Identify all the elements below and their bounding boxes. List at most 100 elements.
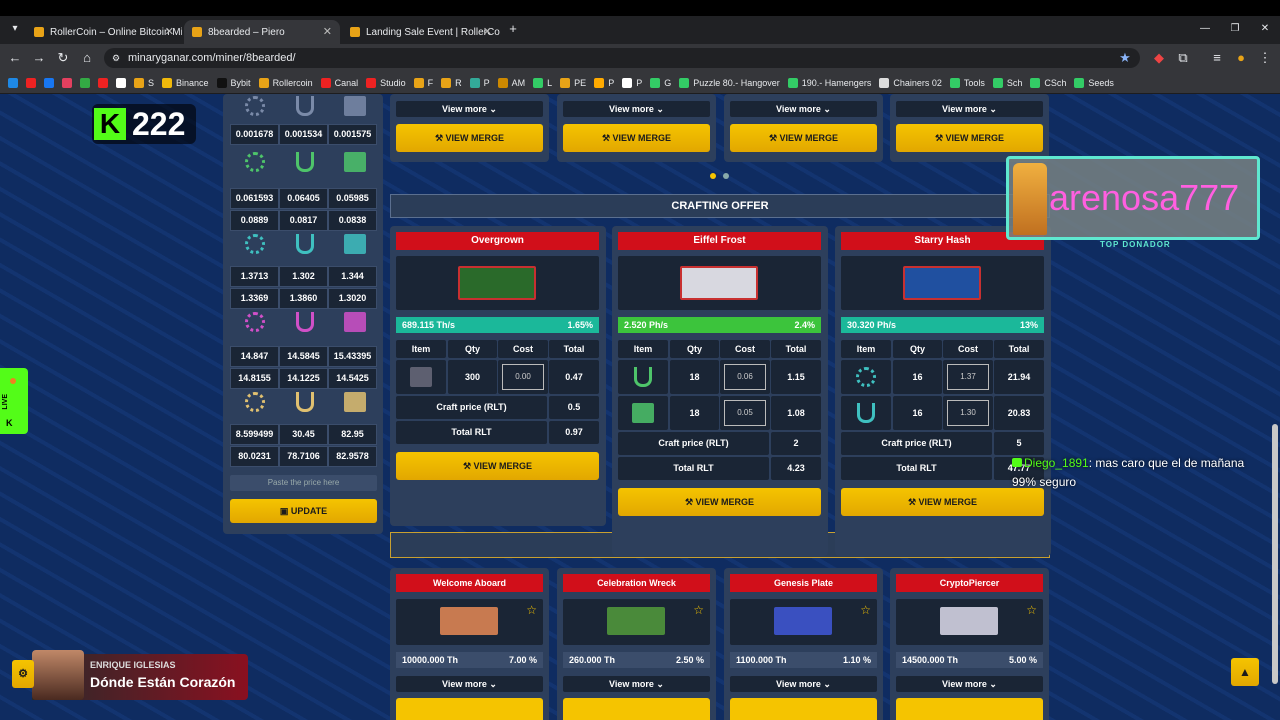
- bookmark-item[interactable]: 190.- Hamengers: [787, 72, 871, 93]
- item-cost-input[interactable]: 0.06: [724, 364, 766, 390]
- favorite-star-icon[interactable]: ☆: [526, 603, 537, 617]
- bookmark-icon[interactable]: [26, 72, 36, 93]
- bookmark-icon[interactable]: [116, 72, 126, 93]
- extension-icon[interactable]: ◆: [1150, 49, 1168, 67]
- miner-percent: 1.10 %: [842, 655, 871, 665]
- new-tab-button[interactable]: +: [504, 20, 522, 38]
- view-more-button[interactable]: View more ⌄: [730, 101, 877, 117]
- bookmark-item[interactable]: Puzzle 80.- Hangover: [679, 72, 780, 93]
- bookmark-item[interactable]: PE: [560, 72, 586, 93]
- media-icon[interactable]: ≡: [1208, 49, 1226, 67]
- menu-icon[interactable]: ⋮: [1256, 49, 1274, 67]
- carousel-dot-active[interactable]: [710, 173, 716, 179]
- tab-8bearded[interactable]: 8bearded – Piero ✕: [184, 20, 340, 44]
- close-tab-icon[interactable]: ✕: [483, 25, 492, 38]
- view-more-button[interactable]: View more ⌄: [896, 676, 1043, 692]
- view-merge-button[interactable]: ⚒ VIEW MERGE: [396, 124, 543, 152]
- bookmark-star-icon[interactable]: ★: [1116, 49, 1134, 67]
- view-merge-button[interactable]: ⚒ VIEW MERGE: [896, 124, 1043, 152]
- close-tab-icon[interactable]: ✕: [323, 25, 332, 38]
- item-cost-input[interactable]: 0.05: [724, 400, 766, 426]
- site-info-icon[interactable]: ⚙: [112, 48, 120, 68]
- bookmark-item[interactable]: Studio: [366, 72, 406, 93]
- item-total: 0.47: [549, 360, 599, 394]
- bookmark-item[interactable]: P: [469, 72, 490, 93]
- reload-icon[interactable]: ↻: [54, 49, 72, 67]
- tab-list-button[interactable]: ▾: [6, 20, 24, 38]
- bookmark-item[interactable]: P: [622, 72, 642, 93]
- page-scrollbar[interactable]: [1272, 424, 1278, 684]
- bookmark-item[interactable]: R: [441, 72, 462, 93]
- view-more-button[interactable]: View more ⌄: [563, 676, 710, 692]
- view-merge-button[interactable]: ⚒ VIEW MERGE: [730, 124, 877, 152]
- tab-rollercoin[interactable]: RollerCoin – Online Bitcoin Mining✕: [26, 20, 182, 44]
- bookmark-item[interactable]: Tools: [949, 72, 985, 93]
- wire-shape: [296, 152, 314, 172]
- extensions-puzzle-icon[interactable]: ⧉: [1174, 49, 1192, 67]
- bookmark-item[interactable]: AM: [497, 72, 525, 93]
- fan-shape: [245, 152, 265, 172]
- profile-icon[interactable]: ●: [1232, 49, 1250, 67]
- view-more-button[interactable]: View more ⌄: [563, 101, 710, 117]
- bookmark-item[interactable]: Chainers 02: [879, 72, 942, 93]
- view-more-button[interactable]: View more ⌄: [896, 101, 1043, 117]
- favorite-star-icon[interactable]: ☆: [1026, 603, 1037, 617]
- live-tab[interactable]: LIVE K: [0, 368, 28, 434]
- update-button[interactable]: ▣ UPDATE: [230, 499, 377, 523]
- bookmark-item[interactable]: Bybit: [216, 72, 251, 93]
- back-icon[interactable]: ←: [6, 49, 24, 67]
- bookmark-icon[interactable]: [44, 72, 54, 93]
- bookmark-label: Rollercoin: [272, 78, 313, 88]
- bookmark-icon[interactable]: [8, 72, 18, 93]
- forward-icon[interactable]: →: [30, 49, 48, 67]
- view-merge-button[interactable]: ⚒ VIEW MERGE: [618, 488, 821, 516]
- favorite-star-icon[interactable]: ☆: [693, 603, 704, 617]
- close-window-icon[interactable]: ✕: [1256, 20, 1274, 38]
- tab-landing-sale[interactable]: Landing Sale Event | RollerCoin ✕: [342, 20, 500, 44]
- card-bottom-button[interactable]: [563, 698, 710, 720]
- favorite-star-icon[interactable]: ☆: [860, 603, 871, 617]
- view-merge-button[interactable]: ⚒ VIEW MERGE: [563, 124, 710, 152]
- bookmark-icon[interactable]: [98, 72, 108, 93]
- bookmark-item[interactable]: F: [413, 72, 433, 93]
- restore-icon[interactable]: ❐: [1226, 20, 1244, 38]
- item-cost-input[interactable]: 1.30: [947, 400, 989, 426]
- bookmark-item[interactable]: CSch: [1030, 72, 1066, 93]
- paste-price-input[interactable]: Paste the price here: [230, 475, 377, 491]
- price-cell: 0.0817: [279, 210, 328, 231]
- wire-shape: [296, 234, 314, 254]
- view-more-button[interactable]: View more ⌄: [730, 676, 877, 692]
- bookmark-icon[interactable]: [62, 72, 72, 93]
- home-icon[interactable]: ⌂: [78, 49, 96, 67]
- card-bottom-button[interactable]: [896, 698, 1043, 720]
- bookmark-item[interactable]: S: [134, 72, 154, 93]
- bookmark-item[interactable]: Sch: [992, 72, 1022, 93]
- price-cell: 0.001534: [279, 124, 328, 145]
- bookmark-item[interactable]: L: [533, 72, 552, 93]
- view-more-button[interactable]: View more ⌄: [396, 676, 543, 692]
- bookmark-item[interactable]: Binance: [162, 72, 209, 93]
- settings-button[interactable]: ⚙: [12, 660, 34, 688]
- card-bottom-button[interactable]: [730, 698, 877, 720]
- view-more-label: View more: [609, 679, 654, 689]
- view-more-button[interactable]: View more ⌄: [396, 101, 543, 117]
- close-tab-icon[interactable]: ✕: [165, 25, 174, 38]
- bookmark-item[interactable]: Rollercoin: [258, 72, 313, 93]
- item-cost-input[interactable]: 1.37: [947, 364, 989, 390]
- bookmark-item[interactable]: Canal: [320, 72, 358, 93]
- miner-power: 1100.000 Th: [736, 655, 787, 665]
- scroll-top-button[interactable]: ▲: [1231, 658, 1259, 686]
- card-bottom-button[interactable]: [396, 698, 543, 720]
- view-merge-button[interactable]: ⚒ VIEW MERGE: [396, 452, 599, 480]
- bookmark-icon[interactable]: [80, 72, 90, 93]
- minimize-icon[interactable]: —: [1196, 20, 1214, 38]
- item-cost-input[interactable]: 0.00: [502, 364, 544, 390]
- carousel-dot[interactable]: [723, 173, 729, 179]
- view-merge-button[interactable]: ⚒ VIEW MERGE: [841, 488, 1044, 516]
- miner-percent: 2.50 %: [675, 655, 704, 665]
- bookmark-item[interactable]: Seeds: [1074, 72, 1114, 93]
- bookmark-item[interactable]: P: [594, 72, 614, 93]
- bookmark-item[interactable]: G: [650, 72, 671, 93]
- calendar-icon: ▣: [279, 506, 291, 516]
- url-field[interactable]: ⚙ minaryganar.com/miner/8bearded/: [104, 48, 1140, 68]
